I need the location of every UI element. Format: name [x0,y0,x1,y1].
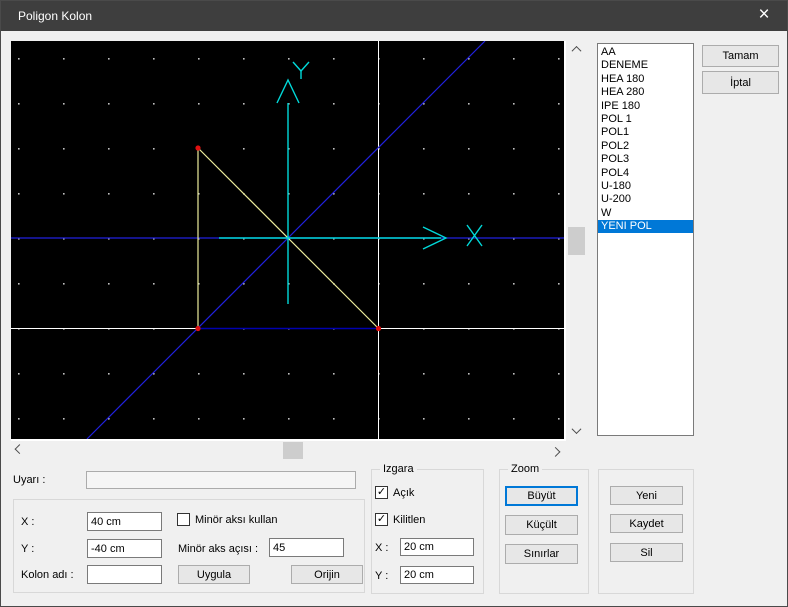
chevron-up-icon [572,46,582,56]
list-item[interactable]: POL4 [598,167,693,180]
list-item[interactable]: POL2 [598,140,693,153]
scroll-down-button[interactable] [568,422,585,439]
kaydet-button[interactable]: Kaydet [610,514,683,533]
chevron-down-icon [572,424,582,434]
izgara-y-label: Y : [375,570,388,582]
list-item[interactable]: HEA 280 [598,86,693,99]
chevron-right-icon [551,447,561,457]
iptal-button[interactable]: İptal [702,71,779,94]
poligon-kolon-dialog: Poligon Kolon × [0,0,788,607]
x-input[interactable] [87,512,162,531]
canvas-svg [11,41,564,439]
list-item[interactable]: W [598,207,693,220]
kucult-button[interactable]: Küçült [505,515,578,535]
vertical-scroll-thumb[interactable] [568,227,585,255]
acik-label: Açık [393,487,414,499]
polygon-listbox[interactable]: AADENEMEHEA 180HEA 280IPE 180POL 1POL1PO… [597,43,694,436]
yeni-button[interactable]: Yeni [610,486,683,505]
izgara-group-title: Izgara [380,463,417,475]
kolon-adi-label: Kolon adı : [21,569,74,581]
window-title: Poligon Kolon [18,9,92,23]
minor-aks-acisi-input[interactable] [269,538,344,557]
vertex-marker [195,326,200,331]
orijin-button[interactable]: Orijin [291,565,363,584]
zoom-group-title: Zoom [508,463,542,475]
kilitlen-label: Kilitlen [393,514,425,526]
y-input[interactable] [87,539,162,558]
kolon-adi-input[interactable] [87,565,162,584]
list-item[interactable]: YENI POL [598,220,693,233]
list-item[interactable]: U-200 [598,193,693,206]
title-bar: Poligon Kolon × [1,1,787,31]
list-item[interactable]: HEA 180 [598,73,693,86]
minor-aksi-kullan-checkbox[interactable] [177,513,190,526]
vertex-marker [376,326,381,331]
x-label: X : [21,516,34,528]
scroll-up-button[interactable] [568,41,585,58]
uyari-label: Uyarı : [13,474,45,486]
vertex-marker [195,145,200,150]
izgara-y-input[interactable] [400,566,474,584]
chevron-left-icon [15,444,25,454]
uygula-button[interactable]: Uygula [178,565,250,584]
kilitlen-row[interactable]: ✓ Kilitlen [375,513,425,526]
acik-row[interactable]: ✓ Açık [375,486,414,499]
canvas-horizontal-scrollbar[interactable] [11,442,564,459]
list-item[interactable]: POL 1 [598,113,693,126]
sinirlar-button[interactable]: Sınırlar [505,544,578,564]
scroll-left-button[interactable] [11,442,28,459]
izgara-x-input[interactable] [400,538,474,556]
y-label: Y : [21,543,34,555]
tamam-button[interactable]: Tamam [702,45,779,67]
kilitlen-checkbox[interactable]: ✓ [375,513,388,526]
horizontal-scroll-thumb[interactable] [283,442,303,459]
list-item[interactable]: U-180 [598,180,693,193]
list-item[interactable]: DENEME [598,59,693,72]
list-item[interactable]: POL3 [598,153,693,166]
close-icon[interactable]: × [741,1,787,31]
polygon-drawing-canvas[interactable] [11,41,566,441]
acik-checkbox[interactable]: ✓ [375,486,388,499]
list-item[interactable]: POL1 [598,126,693,139]
uyari-field [86,471,356,489]
buyut-button[interactable]: Büyüt [505,486,578,506]
minor-aksi-kullan-label: Minör aksı kullan [195,514,278,526]
minor-aks-acisi-label: Minör aks açısı : [178,543,258,555]
canvas-vertical-scrollbar[interactable] [568,41,585,439]
list-item[interactable]: IPE 180 [598,100,693,113]
izgara-x-label: X : [375,542,388,554]
sil-button[interactable]: Sil [610,543,683,562]
minor-aksi-kullan-row[interactable]: Minör aksı kullan [177,513,278,526]
list-item[interactable]: AA [598,46,693,59]
scroll-right-button[interactable] [547,442,564,459]
